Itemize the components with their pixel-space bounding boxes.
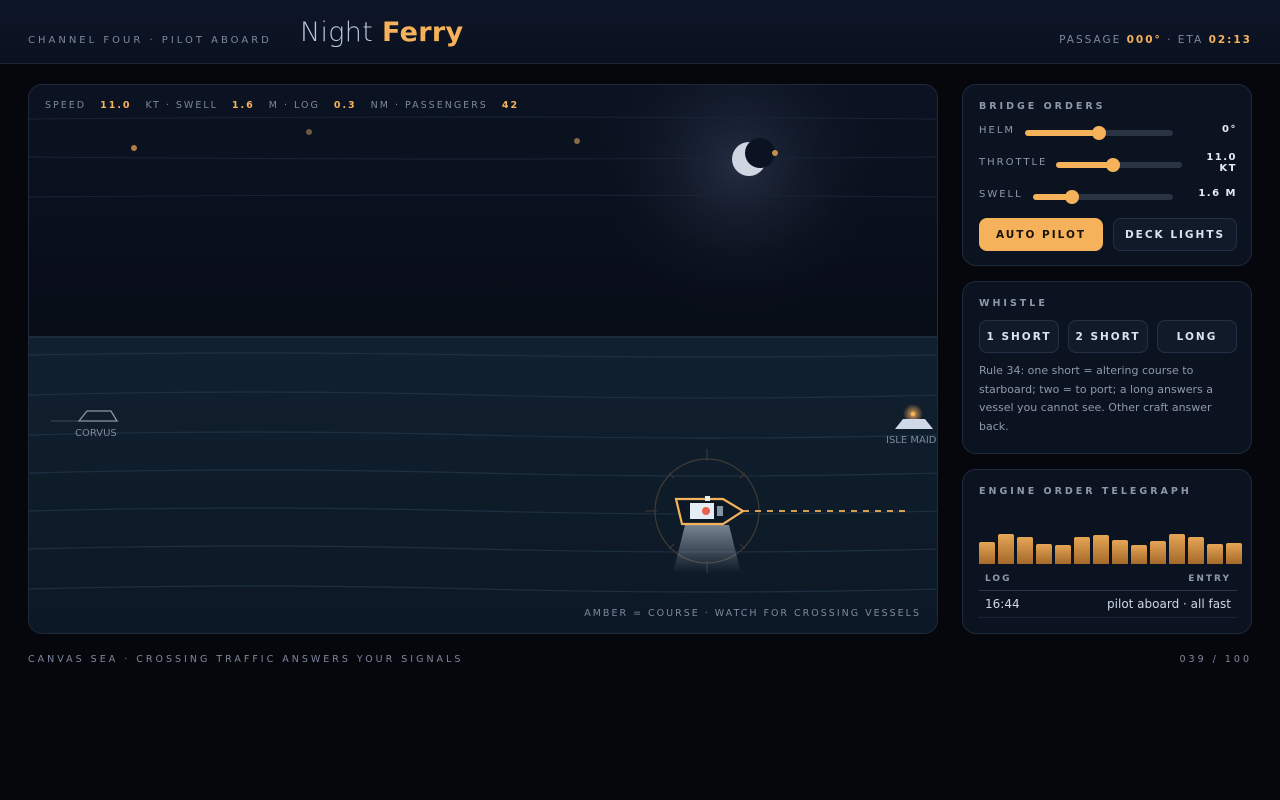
telegraph-bar bbox=[1131, 545, 1147, 564]
log-time: 16:44 bbox=[985, 597, 1020, 611]
whistle-title: WHISTLE bbox=[979, 298, 1048, 309]
telegraph-bar bbox=[998, 534, 1014, 564]
passage-label: PASSAGE bbox=[1059, 34, 1122, 46]
passage-readout: PASSAGE 000° · ETA 02:13 bbox=[1059, 34, 1252, 46]
swell-slider-value: 1.6 M bbox=[1198, 188, 1237, 199]
log-entry: pilot aboard · all fast bbox=[1107, 597, 1231, 611]
one-short-button[interactable]: 1 SHORT bbox=[979, 320, 1059, 353]
vessel-label-corvus: CORVUS bbox=[75, 428, 117, 439]
bridge-orders-title: BRIDGE ORDERS bbox=[979, 101, 1106, 112]
long-button[interactable]: LONG bbox=[1157, 320, 1237, 353]
telegraph-bar bbox=[1188, 537, 1204, 564]
star bbox=[131, 145, 137, 151]
log-header: LOG ENTRY bbox=[979, 574, 1237, 584]
channel-eyebrow: CHANNEL FOUR · PILOT ABOARD bbox=[28, 35, 272, 46]
hud-readout: SPEED 11.0 KT · SWELL 1.6 M · LOG 0.3 NM · PAS… bbox=[45, 100, 533, 111]
throttle-knob[interactable] bbox=[1105, 158, 1120, 172]
helm-knob[interactable] bbox=[1092, 126, 1106, 140]
sea-scene bbox=[29, 85, 937, 633]
rule-34-text: Rule 34: one short = altering course to … bbox=[979, 364, 1213, 433]
star bbox=[772, 150, 778, 156]
swell-label: KT · SWELL bbox=[145, 100, 218, 111]
course-legend: AMBER = COURSE · WATCH FOR CROSSING VESS… bbox=[584, 608, 921, 619]
throttle-slider-row: THROTTLE 11.0 KT bbox=[979, 152, 1237, 174]
swell-knob[interactable] bbox=[1065, 190, 1080, 204]
title-accent: Ferry bbox=[382, 17, 464, 48]
telegraph-bar bbox=[1074, 537, 1090, 564]
passengers-value: 42 bbox=[501, 100, 520, 111]
telegraph-bar bbox=[1207, 544, 1223, 564]
game-viewport[interactable]: SPEED 11.0 KT · SWELL 1.6 M · LOG 0.3 NM · PAS… bbox=[28, 84, 938, 634]
helm-slider-row: HELM 0° bbox=[979, 122, 1237, 142]
telegraph-title: ENGINE ORDER TELEGRAPH bbox=[979, 486, 1192, 497]
log-row-divider bbox=[979, 617, 1237, 618]
log-divider bbox=[979, 590, 1237, 591]
telegraph-bar bbox=[1017, 537, 1033, 564]
log-value: 0.3 bbox=[333, 100, 357, 111]
star bbox=[306, 129, 312, 135]
telegraph-bar bbox=[1093, 535, 1109, 564]
footer-caption: CANVAS SEA · CROSSING TRAFFIC ANSWERS YO… bbox=[28, 654, 464, 665]
eta-label: · ETA bbox=[1167, 34, 1204, 46]
speed-label: SPEED bbox=[45, 100, 87, 111]
deck-lights-button[interactable]: DECK LIGHTS bbox=[1113, 218, 1237, 251]
passengers-label: NM · PASSENGERS bbox=[370, 100, 488, 111]
title-main: Night bbox=[300, 17, 374, 48]
swell-slider-row: SWELL 1.6 M bbox=[979, 186, 1237, 206]
helm-fill bbox=[1025, 130, 1099, 136]
log-label: M · LOG bbox=[268, 100, 320, 111]
telegraph-bar bbox=[1112, 540, 1128, 564]
moon-shadow bbox=[745, 138, 775, 168]
log-row: 16:44 pilot aboard · all fast bbox=[979, 597, 1237, 611]
throttle-value: 11.0 KT bbox=[1206, 152, 1237, 174]
eta-value: 02:13 bbox=[1208, 34, 1252, 46]
two-short-button[interactable]: 2 SHORT bbox=[1068, 320, 1148, 353]
helm-label: HELM bbox=[979, 125, 1016, 136]
telegraph-bar bbox=[1036, 544, 1052, 564]
telegraph-bar bbox=[1169, 534, 1185, 564]
throttle-slider[interactable] bbox=[1056, 158, 1182, 172]
star bbox=[574, 138, 580, 144]
bridge-orders-panel: BRIDGE ORDERS HELM 0° THROTTLE 11.0 KT S… bbox=[962, 84, 1252, 266]
whistle-panel: WHISTLE 1 SHORT 2 SHORT LONG Rule 34: on… bbox=[962, 281, 1252, 454]
telegraph-bar bbox=[1150, 541, 1166, 564]
swell-slider[interactable] bbox=[1033, 190, 1173, 204]
page-title: Night Ferry bbox=[300, 17, 463, 48]
swell-slider-label: SWELL bbox=[979, 189, 1023, 200]
speed-value: 11.0 bbox=[100, 100, 132, 111]
throttle-label: THROTTLE bbox=[979, 157, 1048, 168]
top-bar: CHANNEL FOUR · PILOT ABOARD Night Ferry … bbox=[0, 0, 1280, 64]
telegraph-bar-chart bbox=[979, 524, 1242, 564]
vessel-label-isle-maid: ISLE MAID bbox=[886, 435, 937, 446]
log-column-header: LOG bbox=[985, 574, 1012, 584]
telegraph-bar bbox=[1055, 545, 1071, 564]
telegraph-bar bbox=[1226, 543, 1242, 564]
throttle-fill bbox=[1056, 162, 1113, 168]
telegraph-bar bbox=[979, 542, 995, 564]
telegraph-panel: ENGINE ORDER TELEGRAPH LOG ENTRY 16:44 p… bbox=[962, 469, 1252, 634]
swell-value: 1.6 bbox=[231, 100, 255, 111]
helm-value: 0° bbox=[1222, 124, 1237, 135]
auto-pilot-button[interactable]: AUTO PILOT bbox=[979, 218, 1103, 251]
footer-counter: 039 / 100 bbox=[1179, 654, 1252, 665]
entry-column-header: ENTRY bbox=[1188, 574, 1231, 584]
helm-slider[interactable] bbox=[1025, 126, 1173, 140]
passage-value: 000° bbox=[1126, 34, 1162, 46]
